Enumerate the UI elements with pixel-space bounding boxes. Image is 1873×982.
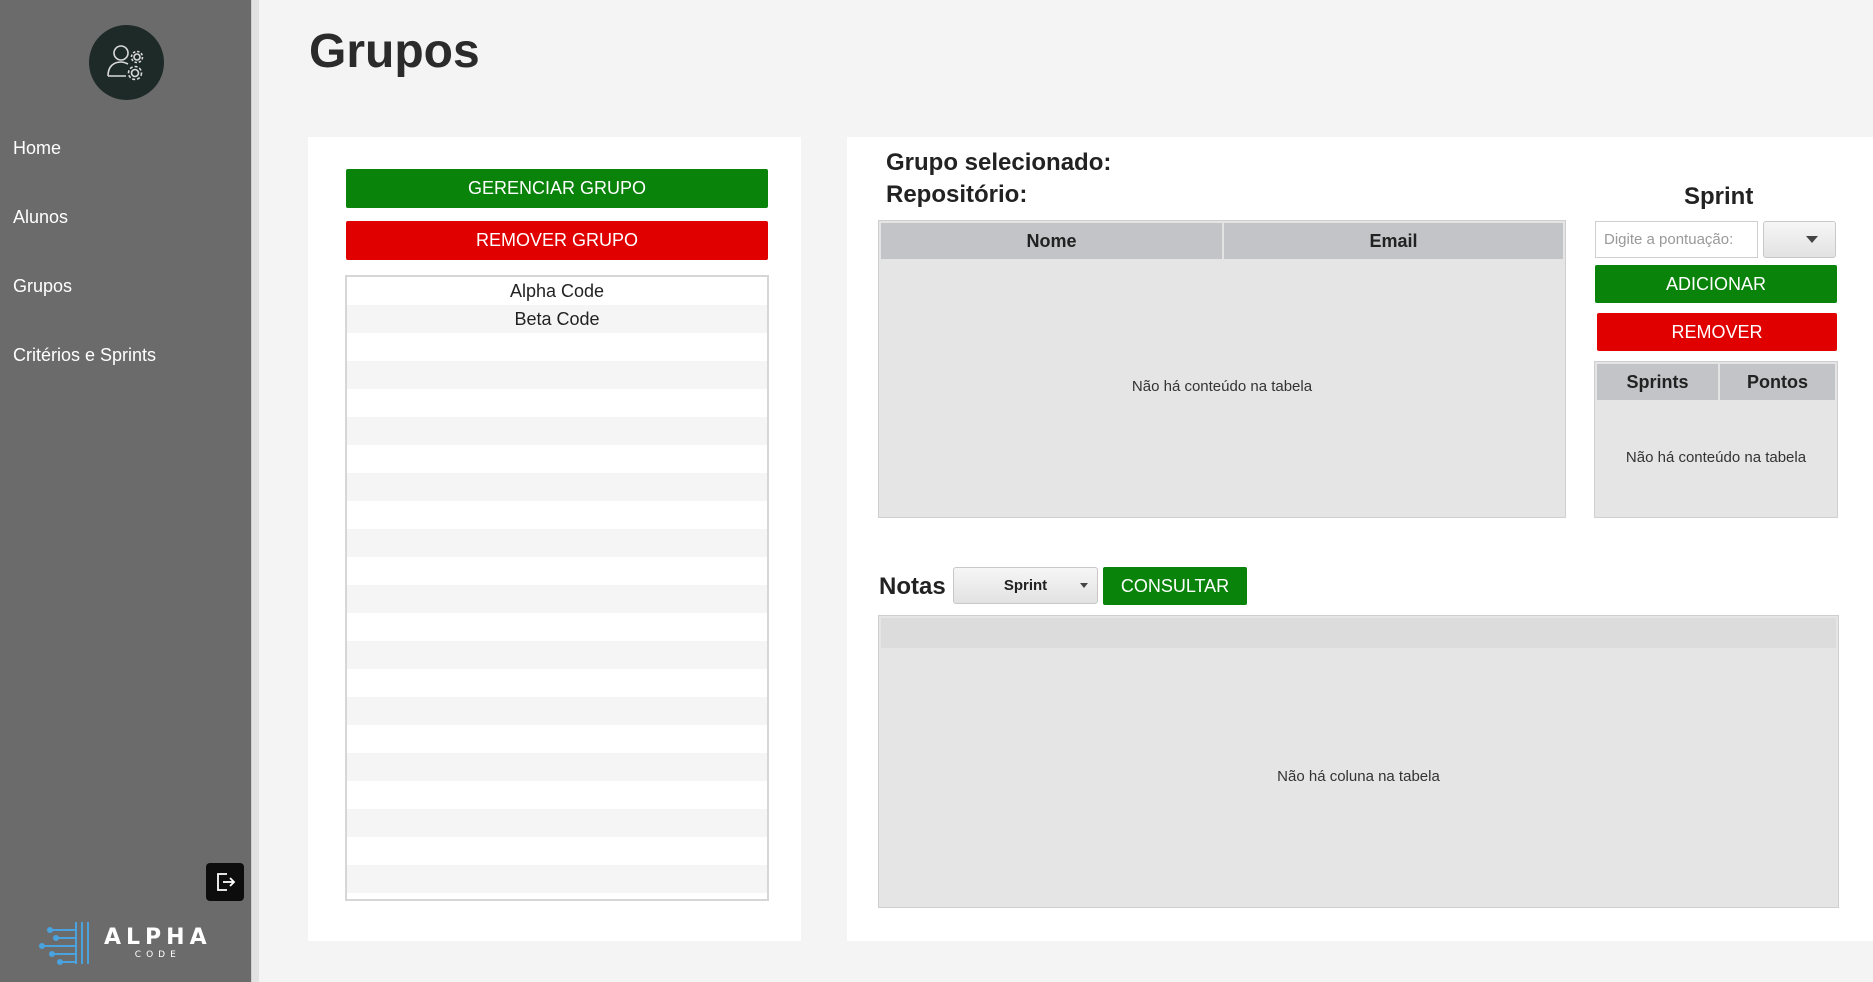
grades-table: Não há coluna na tabela — [878, 615, 1839, 908]
empty-list-row — [347, 781, 767, 809]
empty-list-row — [347, 529, 767, 557]
sidebar-item-alunos[interactable]: Alunos — [13, 207, 68, 228]
dropdown-arrow-icon — [1805, 235, 1818, 243]
dropdown-arrow-icon — [1080, 583, 1088, 588]
empty-list-row — [347, 809, 767, 837]
grades-sprint-select-value: Sprint — [1003, 577, 1048, 594]
members-table: Nome Email Não há conteúdo na tabela — [878, 220, 1566, 518]
empty-list-row — [347, 837, 767, 865]
members-table-header: Nome Email — [881, 223, 1563, 259]
grades-table-empty-text: Não há coluna na tabela — [1277, 768, 1440, 785]
sprints-table-empty-text: Não há conteúdo na tabela — [1625, 449, 1807, 466]
consult-button[interactable]: CONSULTAR — [1103, 567, 1247, 605]
empty-list-row — [347, 473, 767, 501]
empty-list-row — [347, 669, 767, 697]
empty-list-row — [347, 445, 767, 473]
empty-list-row — [347, 613, 767, 641]
sidebar-item-home[interactable]: Home — [13, 138, 61, 159]
grades-title: Notas — [879, 573, 946, 600]
empty-list-row — [347, 389, 767, 417]
sidebar-divider — [251, 0, 259, 982]
groups-panel: GERENCIAR GRUPO REMOVER GRUPO Alpha Code… — [308, 137, 801, 941]
group-details-panel: Grupo selecionado: Repositório: Nome Ema… — [847, 137, 1873, 941]
logout-icon — [217, 873, 236, 891]
empty-list-row — [347, 501, 767, 529]
sprints-table: Sprints Pontos Não há conteúdo na tabela — [1594, 361, 1838, 518]
empty-list-row — [347, 361, 767, 389]
column-header-pontos[interactable]: Pontos — [1719, 364, 1835, 400]
empty-list-row — [347, 417, 767, 445]
empty-list-row — [347, 865, 767, 893]
members-table-empty-text: Não há conteúdo na tabela — [1131, 378, 1313, 395]
sprint-title: Sprint — [1684, 183, 1754, 210]
sidebar: Home Alunos Grupos Critérios e Sprints A — [0, 0, 251, 982]
sidebar-item-grupos[interactable]: Grupos — [13, 276, 72, 297]
column-header-sprints[interactable]: Sprints — [1597, 364, 1720, 400]
sidebar-item-criterios-sprints[interactable]: Critérios e Sprints — [13, 345, 156, 366]
score-input[interactable]: Digite a pontuação: — [1595, 221, 1758, 258]
sprint-select[interactable] — [1763, 221, 1836, 258]
circuit-logo-icon — [39, 922, 89, 965]
brand-logo: ALPHA CODE — [38, 920, 212, 966]
list-item[interactable]: Beta Code — [347, 305, 767, 333]
sprints-table-header: Sprints Pontos — [1597, 364, 1835, 400]
manage-group-button[interactable]: GERENCIAR GRUPO — [346, 169, 768, 208]
empty-list-row — [347, 333, 767, 361]
user-gear-icon — [106, 44, 143, 80]
repository-label: Repositório: — [886, 181, 1028, 208]
column-header-nome[interactable]: Nome — [881, 223, 1224, 259]
empty-list-row — [347, 557, 767, 585]
list-item[interactable]: Alpha Code — [347, 277, 767, 305]
add-score-button[interactable]: ADICIONAR — [1595, 265, 1837, 303]
selected-group-label: Grupo selecionado: — [886, 149, 1112, 176]
page-title: Grupos — [309, 25, 480, 78]
grades-table-header — [881, 618, 1836, 648]
empty-list-row — [347, 585, 767, 613]
logout-button[interactable] — [206, 863, 244, 901]
user-settings-avatar — [89, 25, 164, 100]
remove-group-button[interactable]: REMOVER GRUPO — [346, 221, 768, 260]
remove-score-button[interactable]: REMOVER — [1597, 313, 1837, 351]
grades-sprint-select[interactable]: Sprint — [953, 567, 1098, 604]
empty-list-row — [347, 697, 767, 725]
groups-list[interactable]: Alpha Code Beta Code — [345, 275, 769, 901]
empty-list-row — [347, 641, 767, 669]
brand-subtitle: CODE — [134, 950, 181, 960]
empty-list-row — [347, 753, 767, 781]
column-header-email[interactable]: Email — [1224, 223, 1563, 259]
brand-name: ALPHA — [104, 925, 212, 950]
empty-list-row — [347, 725, 767, 753]
